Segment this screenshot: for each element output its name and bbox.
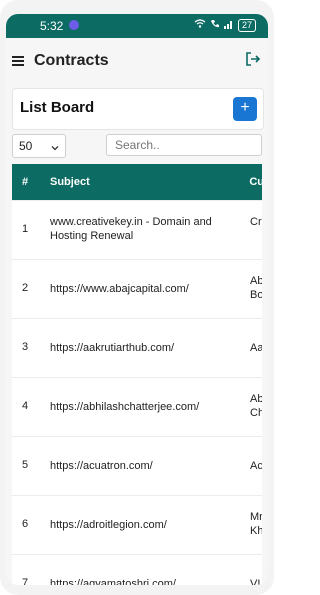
- header-number[interactable]: #: [22, 176, 28, 188]
- row-number: 5: [22, 459, 29, 471]
- row-customer: Aa: [250, 342, 262, 354]
- screen: 5:32 27 Contracts List Board + 50 Search…: [6, 14, 268, 585]
- row-customer: Mr Kh: [250, 511, 262, 537]
- list-board-card: List Board +: [12, 88, 264, 130]
- header-customer[interactable]: Cu: [249, 176, 262, 188]
- table-row[interactable]: 2 https://www.abajcapital.com/ Ab Bo: [12, 259, 262, 318]
- row-number: 1: [22, 223, 29, 235]
- row-customer: VI: [250, 578, 261, 585]
- phone-icon: [210, 19, 220, 32]
- table-row[interactable]: 1 www.creativekey.in - Domain and Hostin…: [12, 200, 262, 259]
- app-bar: Contracts: [6, 38, 268, 86]
- signal-icon: [223, 19, 234, 32]
- row-number: 4: [22, 400, 29, 412]
- header-subject[interactable]: Subject: [50, 176, 90, 188]
- table-row[interactable]: 4 https://abhilashchatterjee.com/ Ab Ch: [12, 377, 262, 436]
- menu-icon[interactable]: [12, 56, 24, 66]
- table-row[interactable]: 5 https://acuatron.com/ Ac: [12, 436, 262, 495]
- table-row[interactable]: 6 https://adroitlegion.com/ Mr Kh: [12, 495, 262, 554]
- contracts-table: # Subject Cu 1 www.creativekey.in - Doma…: [12, 164, 262, 585]
- add-button[interactable]: +: [233, 97, 257, 121]
- row-number: 6: [22, 518, 29, 530]
- chevron-down-icon: [51, 141, 59, 151]
- page-title: Contracts: [34, 52, 109, 69]
- card-title: List Board: [20, 99, 95, 116]
- row-number: 7: [22, 577, 29, 585]
- logout-icon[interactable]: [244, 50, 262, 68]
- row-subject[interactable]: www.creativekey.in - Domain and Hosting …: [50, 215, 230, 243]
- table-row[interactable]: 7 https://agyamatoshri.com/ VI: [12, 554, 262, 585]
- wifi-icon: [194, 19, 206, 32]
- status-bar: 5:32 27: [6, 14, 268, 38]
- row-subject[interactable]: https://www.abajcapital.com/: [50, 282, 230, 296]
- row-subject[interactable]: https://agyamatoshri.com/: [50, 577, 230, 585]
- row-customer: Ab Ch: [250, 393, 262, 419]
- page-size-value: 50: [19, 139, 33, 153]
- battery-icon: 27: [237, 19, 256, 32]
- page-size-select[interactable]: 50: [12, 134, 66, 158]
- status-icons: 27: [194, 19, 256, 32]
- row-number: 2: [22, 282, 29, 294]
- row-subject[interactable]: https://adroitlegion.com/: [50, 518, 230, 532]
- row-subject[interactable]: https://aakrutiarthub.com/: [50, 341, 230, 355]
- status-time: 5:32: [40, 19, 64, 33]
- table-header: # Subject Cu: [12, 164, 262, 200]
- device-frame: 5:32 27 Contracts List Board + 50 Search…: [0, 0, 274, 595]
- row-customer: Cr: [250, 216, 262, 228]
- row-subject[interactable]: https://acuatron.com/: [50, 459, 230, 473]
- row-subject[interactable]: https://abhilashchatterjee.com/: [50, 400, 230, 414]
- search-input[interactable]: [106, 134, 262, 156]
- table-controls: 50: [12, 134, 262, 158]
- row-customer: Ab Bo: [250, 275, 262, 301]
- table-row[interactable]: 3 https://aakrutiarthub.com/ Aa: [12, 318, 262, 377]
- row-customer: Ac: [250, 460, 262, 472]
- notification-badge-icon: [69, 20, 79, 30]
- row-number: 3: [22, 341, 29, 353]
